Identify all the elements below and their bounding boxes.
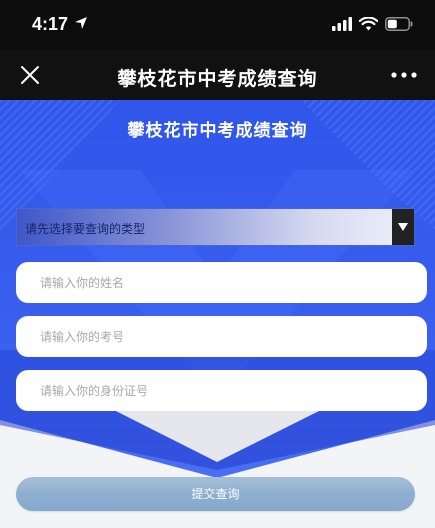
cellular-signal-icon bbox=[332, 17, 352, 31]
wifi-icon bbox=[359, 17, 378, 31]
more-options-icon[interactable] bbox=[391, 72, 417, 78]
nav-title: 攀枝花市中考成绩查询 bbox=[117, 68, 318, 90]
status-time: 4:17 bbox=[32, 14, 69, 34]
name-input[interactable] bbox=[16, 262, 427, 303]
nav-bar: 攀枝花市中考成绩查询 bbox=[0, 50, 435, 100]
hero-title: 攀枝花市中考成绩查询 bbox=[127, 121, 308, 141]
exam-number-input[interactable] bbox=[16, 316, 427, 357]
location-arrow-icon bbox=[75, 17, 87, 29]
query-type-label: 请先选择要查询的类型 bbox=[25, 222, 146, 236]
battery-icon bbox=[385, 17, 413, 31]
query-type-select[interactable]: 请先选择要查询的类型 bbox=[16, 208, 415, 246]
status-icons bbox=[332, 17, 413, 31]
dropdown-arrow-icon[interactable] bbox=[392, 209, 414, 245]
submit-query-button[interactable]: 提交查询 bbox=[16, 477, 415, 511]
status-bar: 4:17 bbox=[0, 0, 435, 50]
id-number-input[interactable] bbox=[16, 370, 427, 411]
